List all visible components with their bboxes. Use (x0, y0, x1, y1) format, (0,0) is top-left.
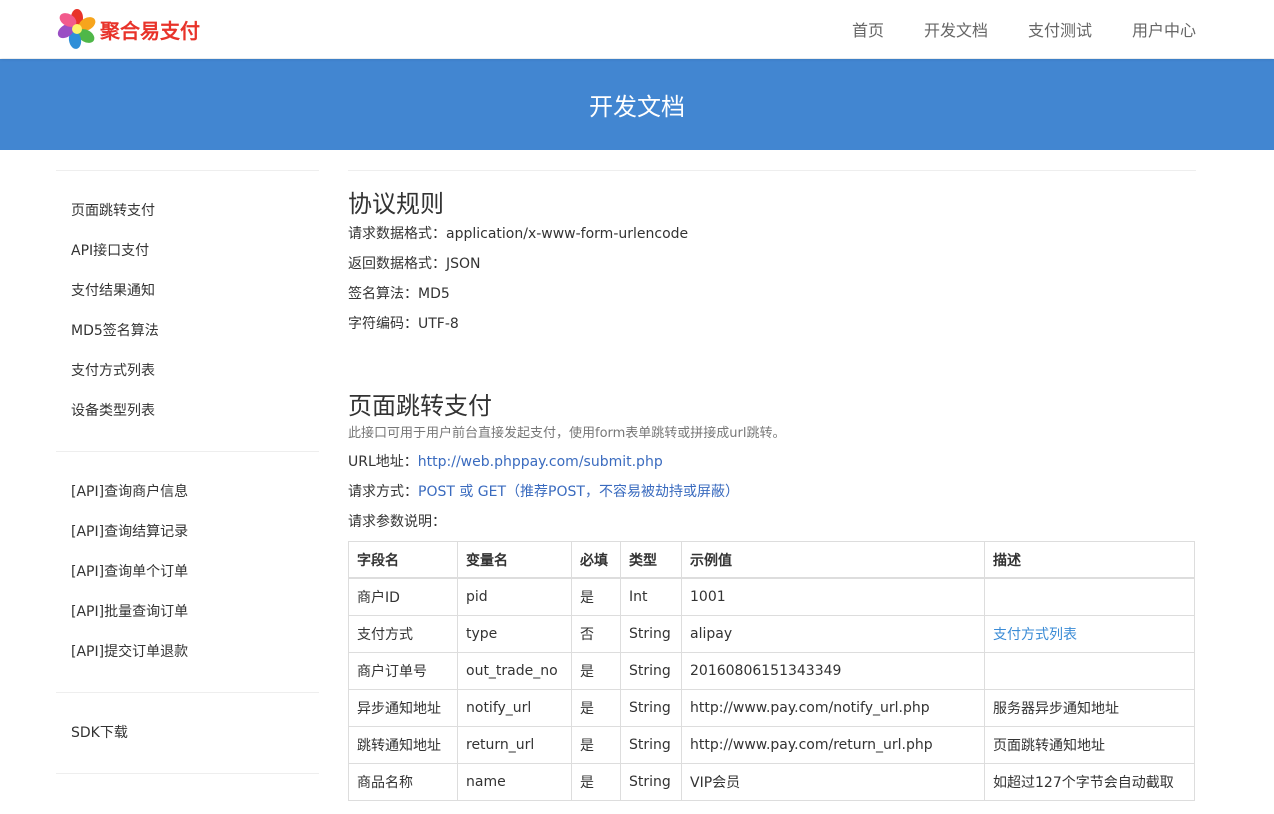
table-cell: VIP会员 (681, 763, 985, 801)
table-cell: out_trade_no (457, 652, 572, 690)
table-cell: notify_url (457, 689, 572, 727)
table-cell: 跳转通知地址 (348, 726, 458, 764)
table-cell: 是 (571, 652, 621, 690)
column-header: 描述 (984, 541, 1195, 579)
sidebar-item-api-merchant-info[interactable]: [API]查询商户信息 (56, 472, 319, 512)
request-method-value: POST 或 GET（推荐POST，不容易被劫持或屏蔽） (418, 484, 739, 500)
column-header: 必填 (571, 541, 621, 579)
sidebar-item-md5-sign[interactable]: MD5签名算法 (56, 311, 319, 351)
table-cell: 20160806151343349 (681, 652, 985, 690)
sidebar-group-api: [API]查询商户信息 [API]查询结算记录 [API]查询单个订单 [API… (56, 451, 319, 692)
redirect-description: 此接口可用于用户前台直接发起支付，使用form表单跳转或拼接成url跳转。 (348, 426, 786, 441)
column-header: 类型 (620, 541, 682, 579)
table-row: 异步通知地址 notify_url 是 String http://www.pa… (348, 689, 1195, 727)
table-cell: 否 (571, 615, 621, 653)
sidebar-item-pay-types[interactable]: 支付方式列表 (56, 351, 319, 391)
sidebar-group-basic: 页面跳转支付 API接口支付 支付结果通知 MD5签名算法 支付方式列表 设备类… (56, 170, 319, 451)
table-cell: 支付方式 (348, 615, 458, 653)
nav-docs[interactable]: 开发文档 (924, 17, 988, 41)
sidebar-item-api-refund[interactable]: [API]提交订单退款 (56, 632, 319, 672)
table-cell: 商户ID (348, 577, 458, 616)
flower-logo-icon (57, 9, 96, 49)
table-cell: 支付方式列表 (984, 615, 1195, 653)
sidebar-item-sdk-download[interactable]: SDK下载 (56, 713, 319, 753)
table-cell: 服务器异步通知地址 (984, 689, 1195, 727)
method-label: 请求方式： (348, 484, 418, 500)
redirect-method-line: 请求方式：POST 或 GET（推荐POST，不容易被劫持或屏蔽） (348, 477, 1196, 507)
table-cell: type (457, 615, 572, 653)
table-cell: String (620, 652, 682, 690)
protocol-sign-algorithm: 签名算法：MD5 (348, 286, 450, 302)
protocol-response-format: 返回数据格式：JSON (348, 256, 481, 272)
doc-content: 协议规则 请求数据格式：application/x-www-form-urlen… (348, 170, 1196, 801)
table-row: 跳转通知地址 return_url 是 String http://www.pa… (348, 726, 1195, 764)
table-cell: Int (620, 577, 682, 616)
sidebar-item-api-settlement[interactable]: [API]查询结算记录 (56, 512, 319, 552)
table-cell: String (620, 726, 682, 764)
top-navbar: 聚合易支付 首页 开发文档 支付测试 用户中心 (0, 0, 1274, 58)
nav-pay-test[interactable]: 支付测试 (1028, 17, 1092, 41)
table-cell: alipay (681, 615, 985, 653)
url-label: URL地址： (348, 454, 418, 470)
table-cell: 1001 (681, 577, 985, 616)
table-cell: String (620, 763, 682, 801)
column-header: 字段名 (348, 541, 458, 579)
table-cell: http://www.pay.com/notify_url.php (681, 689, 985, 727)
table-cell: 是 (571, 763, 621, 801)
table-row: 商户订单号 out_trade_no 是 String 201608061513… (348, 652, 1195, 690)
nav-home[interactable]: 首页 (852, 17, 884, 41)
params-label: 请求参数说明： (348, 514, 446, 530)
table-header-row: 字段名 变量名 必填 类型 示例值 描述 (348, 541, 1195, 579)
page-banner: 开发文档 (0, 59, 1274, 150)
sidebar-item-api-single-order[interactable]: [API]查询单个订单 (56, 552, 319, 592)
table-row: 支付方式 type 否 String alipay 支付方式列表 (348, 615, 1195, 653)
table-cell: 异步通知地址 (348, 689, 458, 727)
table-cell: 是 (571, 726, 621, 764)
table-cell (984, 577, 1195, 616)
table-cell: 商品名称 (348, 763, 458, 801)
sidebar-item-pay-notify[interactable]: 支付结果通知 (56, 271, 319, 311)
table-cell: String (620, 689, 682, 727)
table-cell: 如超过127个字节会自动截取 (984, 763, 1195, 801)
sidebar-group-sdk: SDK下载 (56, 692, 319, 774)
table-row: 商户ID pid 是 Int 1001 (348, 577, 1195, 616)
column-header: 变量名 (457, 541, 572, 579)
table-cell: pid (457, 577, 572, 616)
protocol-charset: 字符编码：UTF-8 (348, 316, 459, 332)
table-cell: http://www.pay.com/return_url.php (681, 726, 985, 764)
main-nav: 首页 开发文档 支付测试 用户中心 (812, 0, 1196, 58)
sidebar-item-api-pay[interactable]: API接口支付 (56, 231, 319, 271)
table-cell (984, 652, 1195, 690)
table-cell: return_url (457, 726, 572, 764)
params-table: 字段名 变量名 必填 类型 示例值 描述 商户ID pid 是 Int 1001… (348, 541, 1195, 801)
section-title-protocol: 协议规则 (348, 190, 444, 218)
brand-logo[interactable]: 聚合易支付 (56, 8, 200, 50)
table-row: 商品名称 name 是 String VIP会员 如超过127个字节会自动截取 (348, 763, 1195, 801)
table-cell: 页面跳转通知地址 (984, 726, 1195, 764)
sidebar-item-redirect-pay[interactable]: 页面跳转支付 (56, 191, 319, 231)
doc-sidebar: 页面跳转支付 API接口支付 支付结果通知 MD5签名算法 支付方式列表 设备类… (56, 170, 319, 774)
section-title-redirect-pay: 页面跳转支付 (348, 392, 492, 420)
table-cell: String (620, 615, 682, 653)
table-cell: name (457, 763, 572, 801)
nav-user-center[interactable]: 用户中心 (1132, 17, 1196, 41)
table-cell: 商户订单号 (348, 652, 458, 690)
submit-url-link[interactable]: http://web.phppay.com/submit.php (418, 454, 663, 470)
table-cell: 是 (571, 577, 621, 616)
brand-name: 聚合易支付 (100, 18, 200, 43)
column-header: 示例值 (681, 541, 985, 579)
table-cell: 是 (571, 689, 621, 727)
protocol-request-format: 请求数据格式：application/x-www-form-urlencode (348, 226, 689, 242)
pay-types-link[interactable]: 支付方式列表 (993, 627, 1077, 643)
redirect-url-line: URL地址：http://web.phppay.com/submit.php (348, 447, 1196, 477)
sidebar-item-api-batch-orders[interactable]: [API]批量查询订单 (56, 592, 319, 632)
sidebar-item-device-types[interactable]: 设备类型列表 (56, 391, 319, 431)
page-title: 开发文档 (589, 93, 685, 121)
